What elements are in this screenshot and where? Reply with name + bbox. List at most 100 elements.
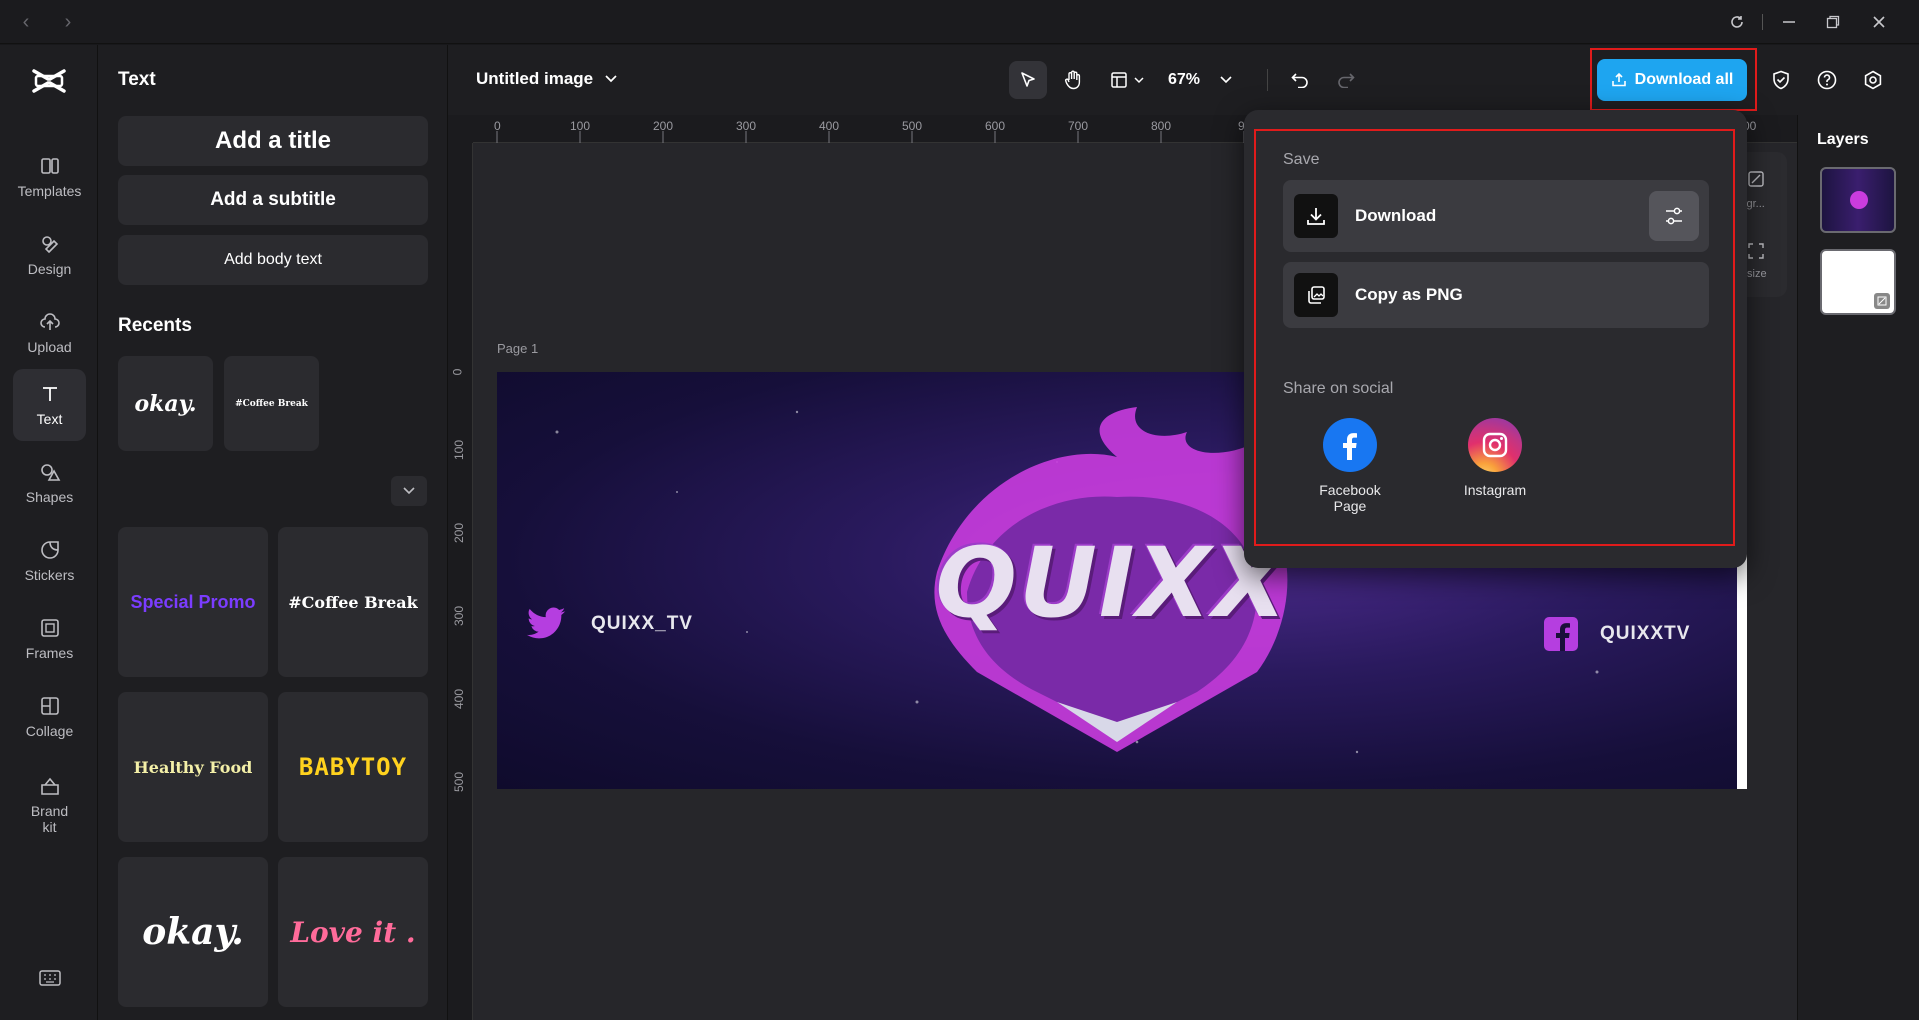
vertical-ruler: 0 100 200 300 400 500 xyxy=(448,143,473,1020)
ruler-label: 600 xyxy=(985,119,1005,133)
refresh-icon[interactable] xyxy=(1723,10,1751,34)
rail-item-stickers[interactable]: Stickers xyxy=(13,525,86,597)
ruler-label: 0 xyxy=(494,119,501,133)
close-icon[interactable] xyxy=(1865,10,1893,34)
layout-icon xyxy=(1110,71,1128,89)
ruler-label: 300 xyxy=(736,119,756,133)
text-template-tile[interactable]: Love it . xyxy=(278,857,428,1007)
undo-button[interactable] xyxy=(1281,61,1319,99)
keyboard-icon[interactable] xyxy=(39,970,61,991)
gear-icon xyxy=(1863,70,1883,90)
chevron-down-icon xyxy=(1134,77,1144,84)
restore-icon[interactable] xyxy=(1819,10,1847,34)
panel-title: Text xyxy=(118,69,156,91)
copy-png-label: Copy as PNG xyxy=(1355,285,1463,305)
shield-button[interactable] xyxy=(1762,61,1800,99)
share-instagram-button[interactable]: Instagram xyxy=(1435,418,1555,498)
recent-tile[interactable]: #Coffee Break xyxy=(224,356,319,451)
recent-tile[interactable]: okay. xyxy=(118,356,213,451)
facebook-handle-group: QUIXXTV xyxy=(1544,617,1690,651)
download-all-button[interactable]: Download all xyxy=(1597,59,1747,101)
recent-tile-text: okay. xyxy=(134,391,196,417)
rail-item-upload[interactable]: Upload xyxy=(13,297,86,369)
resize-label: size xyxy=(1747,268,1767,280)
text-template-tile[interactable]: okay. xyxy=(118,857,268,1007)
layout-dropdown[interactable] xyxy=(1102,61,1152,99)
template-text: BABYTOY xyxy=(299,753,407,781)
recent-tile-text: #Coffee Break xyxy=(235,399,308,409)
download-icon-box xyxy=(1294,194,1338,238)
select-tool-button[interactable] xyxy=(1009,61,1047,99)
facebook-icon xyxy=(1323,418,1377,472)
rail-item-shapes[interactable]: Shapes xyxy=(13,447,86,519)
frames-icon xyxy=(39,617,61,639)
rail-item-frames[interactable]: Frames xyxy=(13,603,86,675)
capcut-logo-icon[interactable] xyxy=(32,67,66,100)
ruler-label: 400 xyxy=(819,119,839,133)
layer-thumbnail[interactable] xyxy=(1820,249,1896,315)
settings-button[interactable] xyxy=(1854,61,1892,99)
add-subtitle-button[interactable]: Add a subtitle xyxy=(118,175,428,225)
undo-icon xyxy=(1291,72,1309,88)
layers-panel: Layers xyxy=(1797,115,1919,1020)
chevron-down-icon xyxy=(403,487,415,495)
template-text: okay. xyxy=(142,911,244,953)
forward-icon[interactable]: › xyxy=(56,10,80,34)
minimize-icon[interactable] xyxy=(1775,10,1803,34)
rail-label: Brand kit xyxy=(25,803,75,835)
hand-tool-button[interactable] xyxy=(1054,61,1092,99)
text-panel: Text Add a title Add a subtitle Add body… xyxy=(98,45,448,1020)
share-facebook-button[interactable]: Facebook Page xyxy=(1290,418,1410,514)
facebook-label: Facebook xyxy=(1290,482,1410,498)
text-template-tile[interactable]: #Coffee Break xyxy=(278,527,428,677)
back-icon[interactable]: ‹ xyxy=(14,10,38,34)
layer-thumbnail[interactable] xyxy=(1820,167,1896,233)
facebook-label: Page xyxy=(1290,498,1410,514)
rail-label: Frames xyxy=(26,645,73,661)
text-template-tile[interactable]: Healthy Food xyxy=(118,692,268,842)
rail-item-templates[interactable]: Templates xyxy=(13,141,86,213)
shapes-icon xyxy=(39,461,61,483)
upload-icon xyxy=(39,311,61,333)
help-button[interactable] xyxy=(1808,61,1846,99)
rail-item-design[interactable]: Design xyxy=(13,219,86,291)
ruler-label: 100 xyxy=(452,440,466,460)
ruler-label: 200 xyxy=(653,119,673,133)
chevron-down-icon xyxy=(605,75,617,83)
ruler-label: 200 xyxy=(452,523,466,543)
rail-item-brand-kit[interactable]: Brand kit xyxy=(13,763,86,847)
templates-icon xyxy=(39,155,61,177)
rail-label: Upload xyxy=(27,339,71,355)
download-settings-button[interactable] xyxy=(1649,191,1699,241)
text-icon xyxy=(39,383,61,405)
window-titlebar: ‹ › xyxy=(0,0,1919,44)
rail-label: Collage xyxy=(26,723,73,739)
upload-share-icon xyxy=(1611,72,1627,88)
rail-item-collage[interactable]: Collage xyxy=(13,681,86,753)
sliders-icon xyxy=(1663,205,1685,227)
document-title-dropdown[interactable]: Untitled image xyxy=(476,69,617,89)
text-template-tile[interactable]: BABYTOY xyxy=(278,692,428,842)
recents-heading: Recents xyxy=(118,315,192,337)
help-icon xyxy=(1817,70,1837,90)
copy-image-icon xyxy=(1305,284,1327,306)
twitter-icon xyxy=(527,607,567,641)
zoom-dropdown[interactable]: 67% xyxy=(1168,61,1232,99)
ruler-label: 800 xyxy=(1151,119,1171,133)
add-title-button[interactable]: Add a title xyxy=(118,116,428,166)
text-template-tile[interactable]: Special Promo xyxy=(118,527,268,677)
copy-as-png-option[interactable]: Copy as PNG xyxy=(1283,262,1709,328)
redo-button[interactable] xyxy=(1327,61,1365,99)
download-all-label: Download all xyxy=(1635,71,1734,89)
facebook-handle: QUIXXTV xyxy=(1600,623,1690,645)
expand-recents-button[interactable] xyxy=(391,476,427,506)
page-label: Page 1 xyxy=(497,341,538,356)
download-option[interactable]: Download xyxy=(1283,180,1709,252)
share-heading: Share on social xyxy=(1283,380,1393,398)
twitter-handle-group: QUIXX_TV xyxy=(527,607,693,641)
download-icon xyxy=(1305,205,1327,227)
brand-kit-icon xyxy=(39,775,61,797)
add-body-text-button[interactable]: Add body text xyxy=(118,235,428,285)
rail-item-text[interactable]: Text xyxy=(13,369,86,441)
rail-label: Shapes xyxy=(26,489,73,505)
